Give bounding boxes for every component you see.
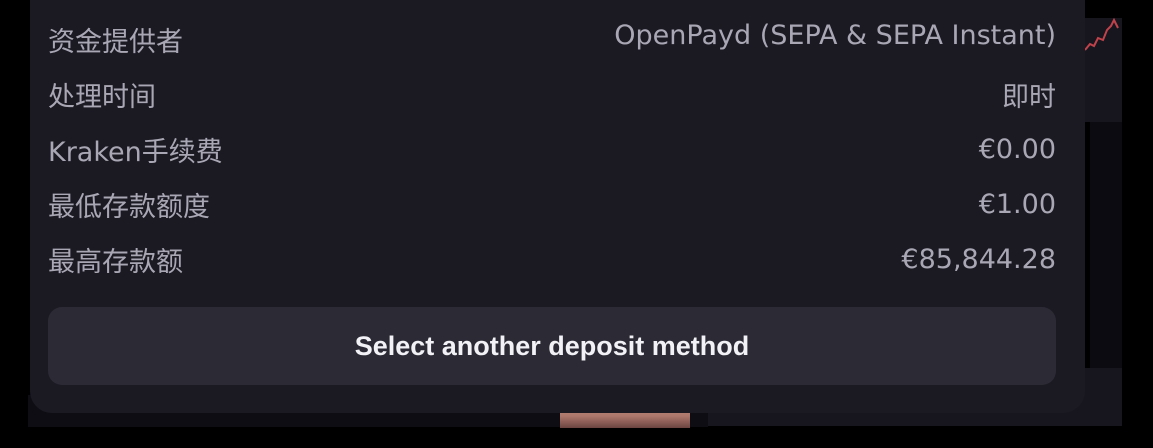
detail-label: 最低存款额度: [48, 192, 210, 223]
detail-value: €1.00: [978, 189, 1056, 220]
detail-value: €85,844.28: [901, 244, 1056, 275]
detail-row-max-deposit: 最高存款额 €85,844.28: [48, 232, 1056, 287]
background-panel: [1090, 122, 1122, 368]
select-another-deposit-method-button[interactable]: Select another deposit method: [48, 307, 1056, 385]
detail-label: 资金提供者: [48, 27, 183, 58]
detail-row-provider: 资金提供者 OpenPayd (SEPA & SEPA Instant): [48, 10, 1056, 67]
detail-value: 即时: [1002, 82, 1056, 113]
detail-row-min-deposit: 最低存款额度 €1.00: [48, 177, 1056, 232]
detail-label: Kraken手续费: [48, 137, 223, 168]
sparkline-icon: [1084, 17, 1119, 51]
detail-value: OpenPayd (SEPA & SEPA Instant): [614, 20, 1056, 51]
detail-row-fee: Kraken手续费 €0.00: [48, 122, 1056, 177]
detail-row-processing-time: 处理时间 即时: [48, 67, 1056, 122]
deposit-details-modal: 资金提供者 OpenPayd (SEPA & SEPA Instant) 处理时…: [30, 0, 1085, 413]
detail-label: 处理时间: [48, 82, 156, 113]
detail-label: 最高存款额: [48, 247, 183, 278]
screen: 资金提供者 OpenPayd (SEPA & SEPA Instant) 处理时…: [0, 0, 1153, 448]
details-list: 资金提供者 OpenPayd (SEPA & SEPA Instant) 处理时…: [48, 10, 1056, 287]
detail-value: €0.00: [978, 134, 1056, 165]
